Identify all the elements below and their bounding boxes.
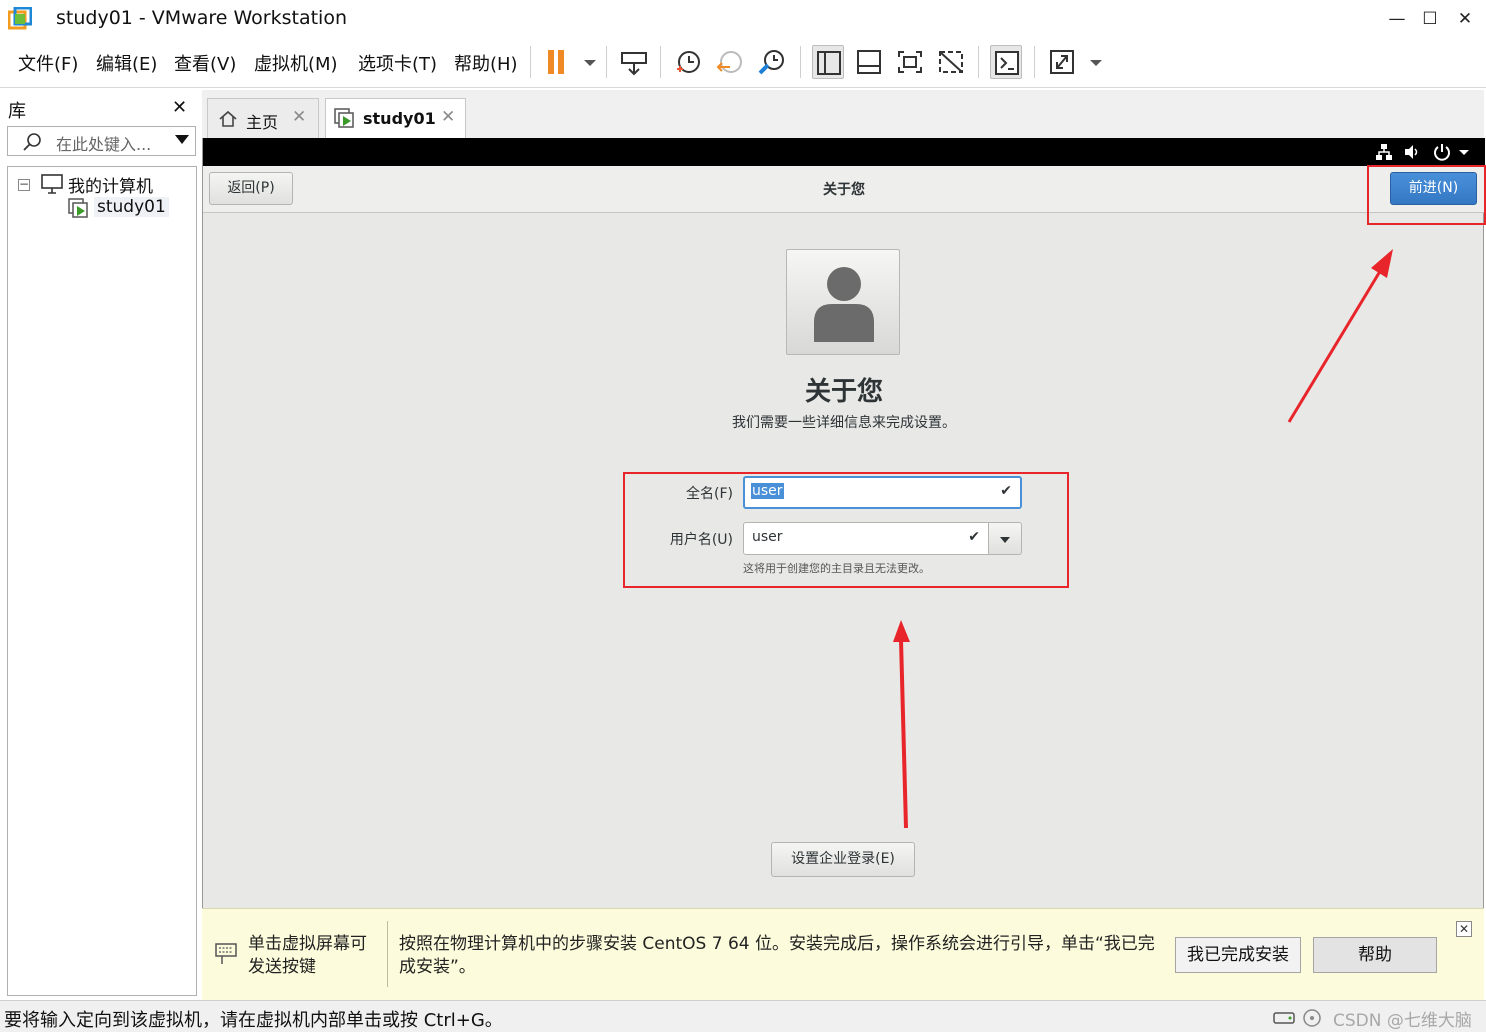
arrow-to-form-head [893,620,910,642]
arrow-to-next-head [1371,249,1393,278]
help-button[interactable]: 帮助 [1313,937,1437,973]
status-bar: 要将输入定向到该虚拟机，请在虚拟机内部单击或按 Ctrl+G。 CSDN @七维… [0,1000,1486,1032]
hint-message: 按照在物理计算机中的步骤安装 CentOS 7 64 位。安装完成后，操作系统会… [399,934,1155,977]
status-text: 要将输入定向到该虚拟机，请在虚拟机内部单击或按 Ctrl+G。 [4,1010,503,1031]
hint-click-text: 单击虚拟屏幕可发送按键 [248,934,367,977]
watermark: CSDN @七维大脑 [1333,1011,1472,1031]
cd-drive-icon[interactable] [1302,1009,1322,1031]
arrow-to-next-line [1287,267,1384,423]
keyboard-icon [214,941,238,971]
install-done-button[interactable]: 我已完成安装 [1175,937,1301,973]
annotation-arrows [893,249,1393,829]
install-hint-bar: 单击虚拟屏幕可发送按键 按照在物理计算机中的步骤安装 CentOS 7 64 位… [202,908,1484,1000]
hint-divider [387,921,388,987]
arrow-to-form-line [899,639,908,829]
hard-disk-icon[interactable] [1272,1009,1296,1031]
hint-close-button[interactable]: ✕ [1456,921,1472,937]
